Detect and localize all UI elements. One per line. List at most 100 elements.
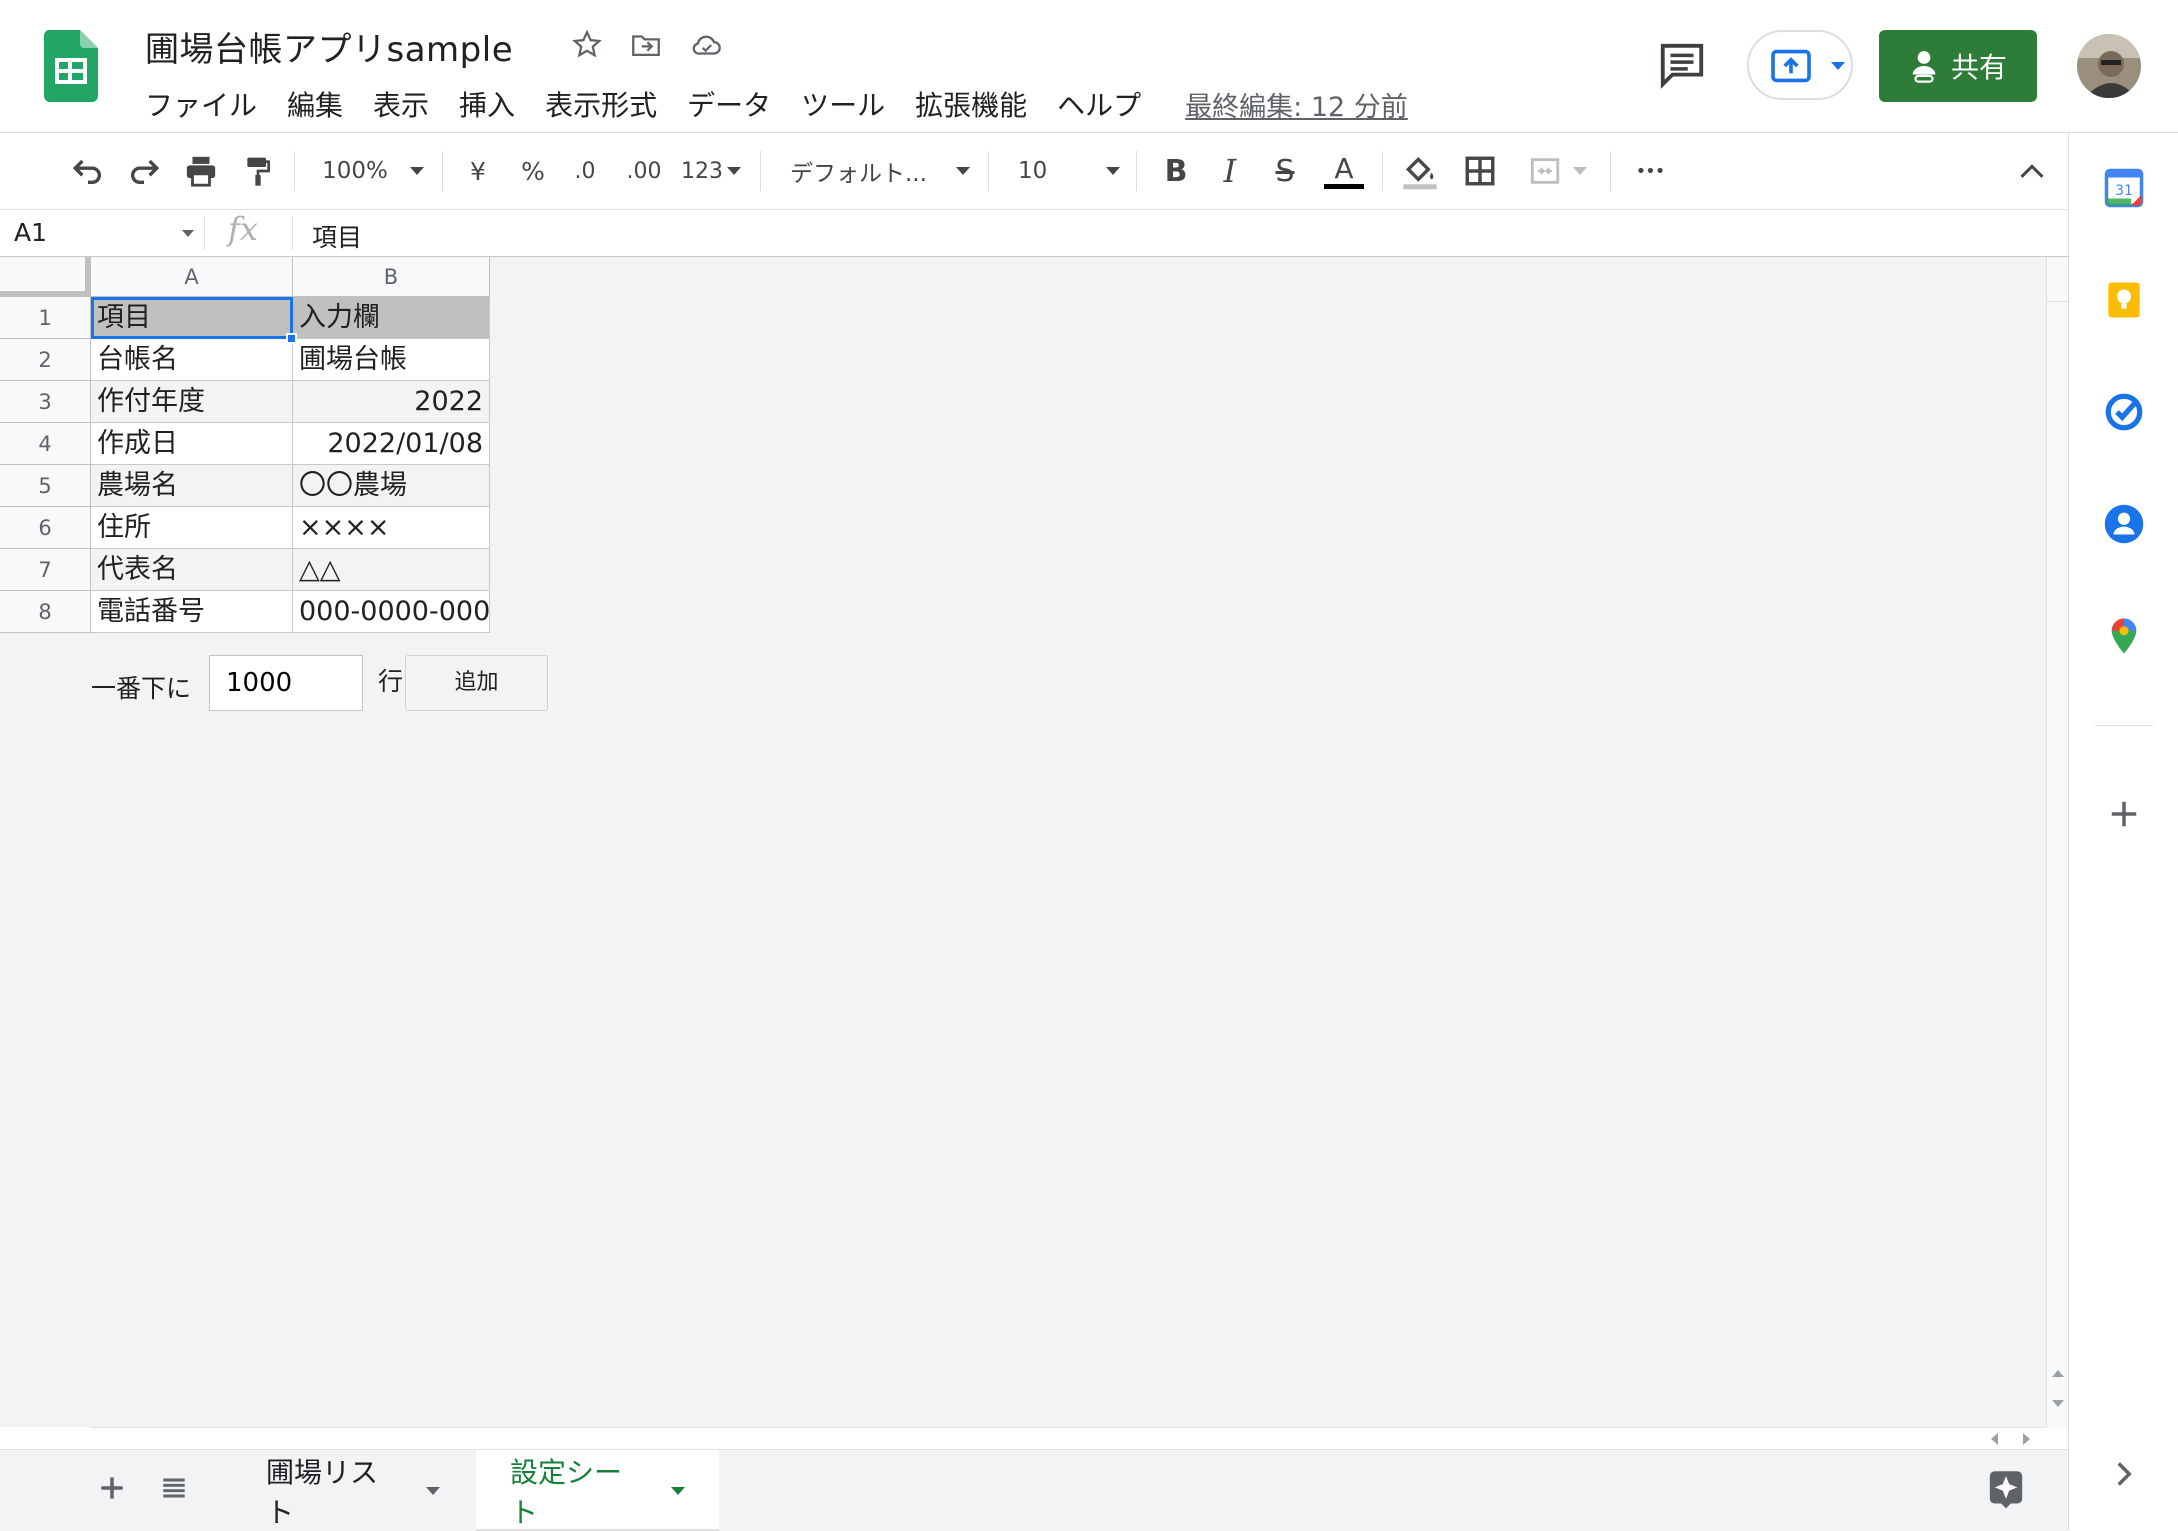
merge-cells-button[interactable] [1520,151,1594,191]
percent-format-button[interactable]: % [518,151,548,191]
present-button[interactable] [1747,30,1853,100]
select-all-corner[interactable] [0,257,91,297]
avatar[interactable] [2077,34,2141,98]
keep-icon[interactable] [2103,279,2145,321]
row-header[interactable]: 4 [0,423,91,465]
grid-cell[interactable]: △△ [293,549,490,591]
grid-cell[interactable]: 2022/01/08 [293,423,490,465]
share-label: 共有 [1950,51,2007,84]
grid-cell[interactable]: 圃場台帳 [293,339,490,381]
font-size-value: 10 [1018,158,1048,184]
expand-icon[interactable] [2103,1453,2145,1495]
row-header[interactable]: 5 [0,465,91,507]
menu-format[interactable]: 表示形式 [545,82,657,126]
grid-cell[interactable]: 入力欄 [293,297,490,339]
column-header-a[interactable]: A [91,257,293,297]
last-edit-link[interactable]: 最終編集: 12 分前 [1185,85,1408,124]
toolbar-divider [1136,151,1137,191]
calendar-icon[interactable]: 31 [2103,167,2145,209]
grid-cell[interactable]: 000-0000-0000 [293,591,490,633]
move-to-folder-icon[interactable] [629,28,663,62]
more-formats-select[interactable]: 123 [676,151,746,191]
grid-cell[interactable]: 代表名 [91,549,293,591]
grid-cell[interactable]: 2022 [293,381,490,423]
grid-cell[interactable]: 作付年度 [91,381,293,423]
scroll-down-icon[interactable] [2052,1400,2064,1407]
comment-icon[interactable] [1656,40,1708,90]
share-button[interactable]: 共有 [1879,30,2037,102]
menu-help[interactable]: ヘルプ [1057,82,1141,126]
maps-icon[interactable] [2103,615,2145,657]
column-header-b[interactable]: B [293,257,490,297]
star-icon[interactable] [570,28,604,62]
strikethrough-button[interactable]: S [1267,151,1303,191]
fill-color-button[interactable] [1398,151,1442,191]
collapse-toolbar-button[interactable] [2014,151,2050,191]
menu-data[interactable]: データ [687,82,771,126]
name-box-dropdown-icon[interactable] [182,230,194,237]
redo-button[interactable] [124,151,164,191]
fill-handle[interactable] [286,333,297,344]
explore-button[interactable] [1986,1468,2026,1510]
menu-file[interactable]: ファイル [145,82,257,126]
add-rows-count-input[interactable] [209,655,363,711]
print-button[interactable] [181,151,221,191]
row-header[interactable]: 6 [0,507,91,549]
more-formats-label: 123 [681,158,723,184]
name-box[interactable]: A1 [14,218,47,247]
font-size-select[interactable]: 10 [1018,151,1120,191]
scroll-up-icon[interactable] [2052,1370,2064,1377]
add-sheet-button[interactable] [96,1472,128,1504]
currency-format-button[interactable]: ¥ [463,151,493,191]
formula-input[interactable]: 項目 [312,218,362,254]
italic-button[interactable]: I [1212,151,1248,191]
grid-cell[interactable]: 〇〇農場 [293,465,490,507]
more-options-button[interactable]: ••• [1630,151,1670,191]
row-header[interactable]: 8 [0,591,91,633]
grid-cell[interactable]: 作成日 [91,423,293,465]
scroll-left-icon[interactable] [1991,1433,1998,1445]
menu-extensions[interactable]: 拡張機能 [915,82,1027,126]
decrease-decimal-button[interactable]: .0 [567,151,603,191]
grid-cell[interactable]: 台帳名 [91,339,293,381]
vertical-scrollbar[interactable] [2046,257,2069,1427]
grid-cell[interactable]: 電話番号 [91,591,293,633]
text-color-button[interactable]: A [1322,151,1366,191]
zoom-select[interactable]: 100% [318,151,428,191]
grid-cell[interactable]: 住所 [91,507,293,549]
sheet-tab-dropdown-icon[interactable] [426,1486,440,1495]
paint-format-button[interactable] [238,151,278,191]
row-header[interactable]: 7 [0,549,91,591]
add-rows-label: 一番下に [91,674,192,703]
sheet-tab-dropdown-icon[interactable] [671,1486,685,1495]
menu-view[interactable]: 表示 [373,82,429,126]
menu-edit[interactable]: 編集 [287,82,343,126]
menu-insert[interactable]: 挿入 [459,82,515,126]
all-sheets-button[interactable] [158,1472,190,1504]
undo-button[interactable] [68,151,108,191]
sheet-tab-field-list[interactable]: 圃場リスト [232,1450,474,1531]
cloud-saved-icon[interactable] [690,28,724,62]
font-family-select[interactable]: デフォルト... [790,151,970,191]
bold-button[interactable]: B [1158,151,1194,191]
row-header[interactable]: 1 [0,297,91,339]
grid-cell[interactable]: 農場名 [91,465,293,507]
app-header: 圃場台帳アプリsample ファイル 編集 表示 挿入 表示形式 データ ツール… [0,0,2178,133]
row-header[interactable]: 2 [0,339,91,381]
menu-tools[interactable]: ツール [801,82,885,126]
add-icon[interactable] [2103,793,2145,835]
sheets-logo-icon[interactable] [44,30,98,102]
horizontal-scrollbar[interactable] [91,1427,2046,1450]
contacts-icon[interactable] [2103,503,2145,545]
sheet-tab-settings[interactable]: 設定シート [476,1450,719,1531]
increase-decimal-button[interactable]: .00 [622,151,666,191]
scroll-right-icon[interactable] [2023,1433,2030,1445]
grid-cell[interactable]: 項目 [91,297,293,339]
grid-cell[interactable]: ×××× [293,507,490,549]
sheet-grid[interactable]: A B 1 項目 入力欄 2 台帳名 圃場台帳 3 作付年度 2022 4 作成日 2022/01/0… [0,257,2046,1427]
tasks-icon[interactable] [2103,391,2145,433]
document-title[interactable]: 圃場台帳アプリsample [145,22,513,71]
borders-button[interactable] [1460,151,1500,191]
row-header[interactable]: 3 [0,381,91,423]
add-rows-button[interactable]: 追加 [405,655,548,711]
